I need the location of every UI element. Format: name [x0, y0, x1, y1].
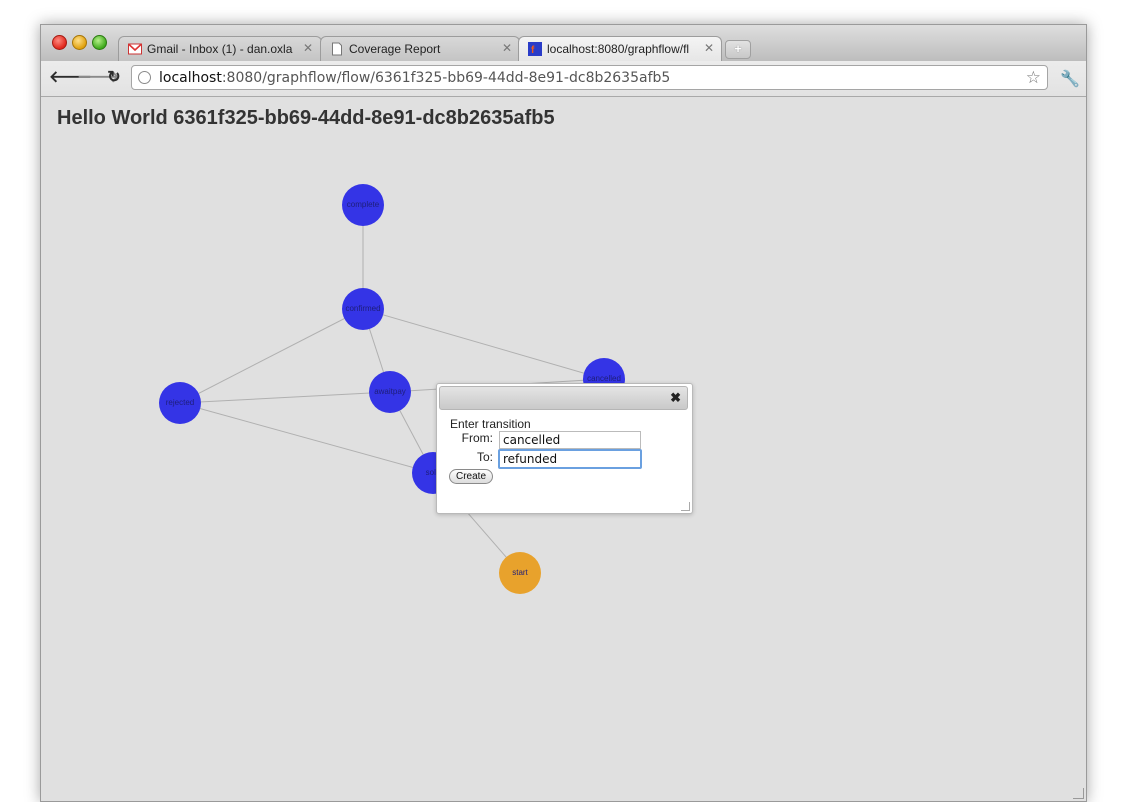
window-resize-grip[interactable] [1073, 788, 1084, 799]
resize-grip[interactable] [681, 502, 690, 511]
edge-rejected-sold [179, 402, 434, 474]
tab-close-icon[interactable]: ✕ [303, 41, 313, 55]
tab-coverage-report[interactable]: Coverage Report ✕ [320, 36, 520, 61]
node-complete[interactable]: complete [342, 184, 384, 226]
node-rejected[interactable]: rejected [159, 382, 201, 424]
tab-gmail[interactable]: Gmail - Inbox (1) - dan.oxla ✕ [118, 36, 322, 61]
to-label: To: [476, 450, 493, 464]
site-favicon: f [528, 42, 542, 56]
tab-graphflow[interactable]: f localhost:8080/graphflow/fl ✕ [518, 36, 722, 61]
edge-rejected-awaitpay [179, 391, 391, 404]
title-bar: Gmail - Inbox (1) - dan.oxla ✕ Coverage … [41, 25, 1086, 61]
node-label: rejected [166, 398, 194, 407]
node-label: start [512, 568, 528, 577]
node-awaitpay[interactable]: awaitpay [369, 371, 411, 413]
forward-arrow-icon[interactable]: 🡒 [77, 69, 120, 87]
url-host: localhost [159, 70, 222, 86]
page-content: Hello World 6361f325-bb69-44dd-8e91-dc8b… [41, 97, 1086, 801]
window-close-button[interactable] [52, 35, 67, 50]
url-text: localhost:8080/graphflow/flow/6361f325-b… [159, 70, 670, 86]
node-label: complete [347, 200, 380, 209]
reload-icon[interactable]: ↻ [105, 69, 123, 87]
node-label: confirmed [345, 304, 380, 313]
node-label: cancelled [587, 374, 621, 383]
node-start[interactable]: start [499, 552, 541, 594]
page-icon [332, 42, 342, 56]
window-maximize-button[interactable] [92, 35, 107, 50]
bookmark-star-icon[interactable]: ☆ [1026, 68, 1041, 88]
to-input[interactable] [498, 449, 642, 469]
node-label: awaitpay [374, 387, 406, 396]
tab-close-icon[interactable]: ✕ [502, 41, 512, 55]
tab-close-icon[interactable]: ✕ [704, 41, 714, 55]
from-label: From: [461, 431, 493, 445]
window-minimize-button[interactable] [72, 35, 87, 50]
transition-dialog: ✖ Enter transition From: To: Create [436, 383, 693, 514]
node-confirmed[interactable]: confirmed [342, 288, 384, 330]
wrench-icon[interactable]: 🔧 [1060, 69, 1080, 89]
create-button[interactable]: Create [449, 469, 494, 484]
close-icon[interactable]: ✖ [670, 390, 681, 406]
from-input[interactable] [499, 431, 641, 449]
tab-label: Coverage Report [349, 42, 441, 56]
edge-confirmed-rejected [179, 308, 364, 404]
dialog-titlebar[interactable]: ✖ [439, 386, 688, 410]
gmail-icon [128, 43, 142, 55]
dialog-prompt: Enter transition [450, 417, 531, 431]
browser-window: Gmail - Inbox (1) - dan.oxla ✕ Coverage … [40, 24, 1087, 802]
edge-confirmed-cancelled [362, 308, 605, 380]
tab-label: localhost:8080/graphflow/fl [547, 42, 690, 56]
browser-toolbar: 🡐 🡒 ↻ localhost:8080/graphflow/flow/6361… [41, 61, 1086, 97]
tab-label: Gmail - Inbox (1) - dan.oxla [147, 42, 293, 56]
back-arrow-icon[interactable]: 🡐 [49, 69, 92, 87]
new-tab-button[interactable]: + [725, 40, 751, 59]
address-bar[interactable]: localhost:8080/graphflow/flow/6361f325-b… [131, 65, 1048, 90]
globe-icon [138, 71, 151, 84]
url-path: :8080/graphflow/flow/6361f325-bb69-44dd-… [221, 70, 671, 86]
